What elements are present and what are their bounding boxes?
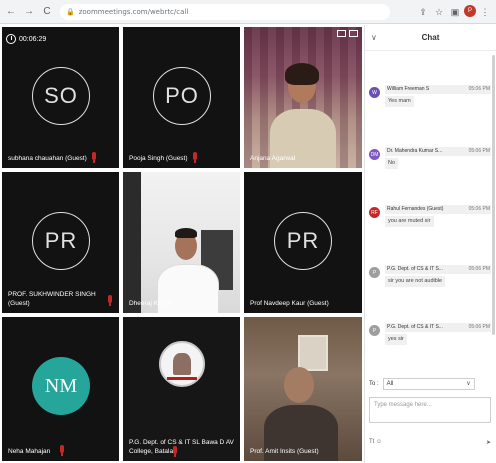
college-logo [159, 341, 205, 387]
participant-name: Neha Mahajan [8, 448, 51, 455]
mic-off-icon [60, 445, 64, 456]
sender-avatar: RF [369, 207, 380, 218]
participant-tile[interactable]: NM Neha Mahajan [2, 317, 119, 461]
sender-avatar: P [369, 267, 380, 278]
participant-tile[interactable]: P.G. Dept. of CS & IT SL Bawa D AV Colle… [123, 317, 240, 461]
participant-video-tile[interactable]: Prof. Amit Insits (Guest) [244, 317, 362, 461]
wall-frame [298, 335, 328, 371]
message-time: 05:06 PM [468, 85, 491, 94]
recipient-select[interactable]: All ∨ [382, 378, 475, 390]
mic-off-icon [173, 446, 177, 457]
participant-tile[interactable]: PO Pooja Singh (Guest) [123, 27, 240, 168]
clock-icon [6, 34, 16, 44]
participant-initials: PR [274, 212, 332, 270]
mic-off-icon [92, 152, 96, 163]
chat-title: Chat [421, 33, 440, 42]
message-text: No [385, 158, 399, 169]
star-icon[interactable]: ☆ [432, 5, 446, 19]
participant-tile[interactable]: PR Prof Navdeep Kaur (Guest) [244, 172, 362, 313]
address-bar[interactable]: 🔒 zoommeetings.com/webrtc/call [60, 3, 390, 20]
mic-off-icon [108, 295, 112, 306]
chat-message-input[interactable]: Type message here... [369, 397, 491, 423]
browser-actions: ⇪ ☆ ▣ P ⋮ [414, 5, 492, 19]
participant-name: Dheeraj Kumar [129, 300, 173, 307]
format-emoji-icons[interactable]: Tt ☺ [369, 439, 382, 445]
recipient-row: To : All ∨ [369, 377, 491, 391]
participant-name: Anjana Agarwal [250, 155, 296, 162]
message-time: 05:06 PM [468, 265, 491, 274]
extensions-icon[interactable]: ▣ [448, 5, 462, 19]
participant-name: subhana chauahan (Guest) [8, 155, 87, 162]
message-text: yes sir [385, 334, 407, 345]
participant-tile[interactable]: PR PROF. SUKHWINDER SINGH (Guest) [2, 172, 119, 313]
participant-name: Prof. Amit Insits (Guest) [250, 448, 319, 455]
tile-controls [334, 30, 358, 37]
participant-name: PROF. SUKHWINDER SINGH (Guest) [8, 291, 96, 307]
message-text: Yes mam [385, 96, 414, 107]
participant-name: P.G. Dept. of CS & IT SL Bawa D AV Colle… [129, 439, 234, 455]
chat-scrollbar[interactable] [492, 55, 495, 335]
chat-header: ∨ Chat [365, 25, 496, 51]
mic-off-icon [193, 152, 197, 163]
expand-icon[interactable] [349, 30, 358, 37]
browser-toolbar: ← → C 🔒 zoommeetings.com/webrtc/call ⇪ ☆… [0, 0, 496, 24]
message-text: sir you are not audible [385, 276, 446, 287]
menu-icon[interactable]: ⋮ [478, 5, 492, 19]
message-time: 05:06 PM [468, 205, 491, 214]
message-time: 05:06 PM [468, 147, 491, 156]
participant-video-tile[interactable]: Dheeraj Kumar [123, 172, 240, 313]
wall-edge [123, 172, 141, 313]
chat-panel: ∨ Chat W William Freeman S 05:06 PM Yes … [364, 25, 496, 463]
participant-name: Pooja Singh (Guest) [129, 155, 188, 162]
sender-avatar: P [369, 325, 380, 336]
pin-icon[interactable] [337, 30, 346, 37]
participant-hair [285, 63, 319, 85]
url-text: zoommeetings.com/webrtc/call [78, 7, 189, 16]
send-icon[interactable]: ➤ [486, 439, 491, 446]
participant-initials: PR [32, 212, 90, 270]
to-label: To : [369, 381, 379, 387]
message-time: 05:06 PM [468, 323, 491, 332]
recipient-value: All [386, 381, 394, 387]
share-icon[interactable]: ⇪ [416, 5, 430, 19]
participant-initials: SO [32, 67, 90, 125]
participant-face [284, 367, 314, 403]
participant-logo: NM [32, 357, 90, 415]
chevron-down-icon[interactable]: ∨ [371, 33, 377, 42]
sender-avatar: DM [369, 149, 380, 160]
reload-button[interactable]: C [40, 5, 54, 19]
forward-button[interactable]: → [22, 5, 36, 19]
profile-avatar[interactable]: P [464, 5, 476, 17]
participant-initials: PO [153, 67, 211, 125]
participant-hair [175, 228, 197, 238]
meeting-timer: 00:06:29 [6, 34, 46, 44]
lock-icon: 🔒 [66, 7, 75, 16]
chat-input-toolbar: Tt ☺ ➤ [369, 437, 491, 447]
video-grid: 00:06:29 SO subhana chauahan (Guest) PO … [0, 25, 364, 463]
participant-tile[interactable]: SO subhana chauahan (Guest) [2, 27, 119, 168]
sender-avatar: W [369, 87, 380, 98]
chevron-down-icon: ∨ [466, 381, 471, 387]
participant-video-tile[interactable]: Anjana Agarwal [244, 27, 362, 168]
back-button[interactable]: ← [4, 5, 18, 19]
participant-name: Prof Navdeep Kaur (Guest) [250, 300, 329, 307]
message-text: you are muted sir [385, 216, 434, 227]
timer-text: 00:06:29 [19, 35, 47, 43]
